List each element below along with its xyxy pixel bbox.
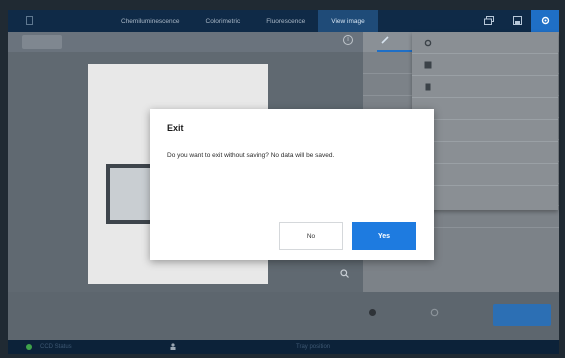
yes-button[interactable]: Yes [352, 222, 416, 250]
exit-dialog: Exit Do you want to exit without saving?… [150, 109, 434, 260]
dialog-message: Do you want to exit without saving? No d… [167, 152, 335, 159]
no-button[interactable]: No [279, 222, 343, 250]
dialog-title: Exit [167, 123, 184, 133]
